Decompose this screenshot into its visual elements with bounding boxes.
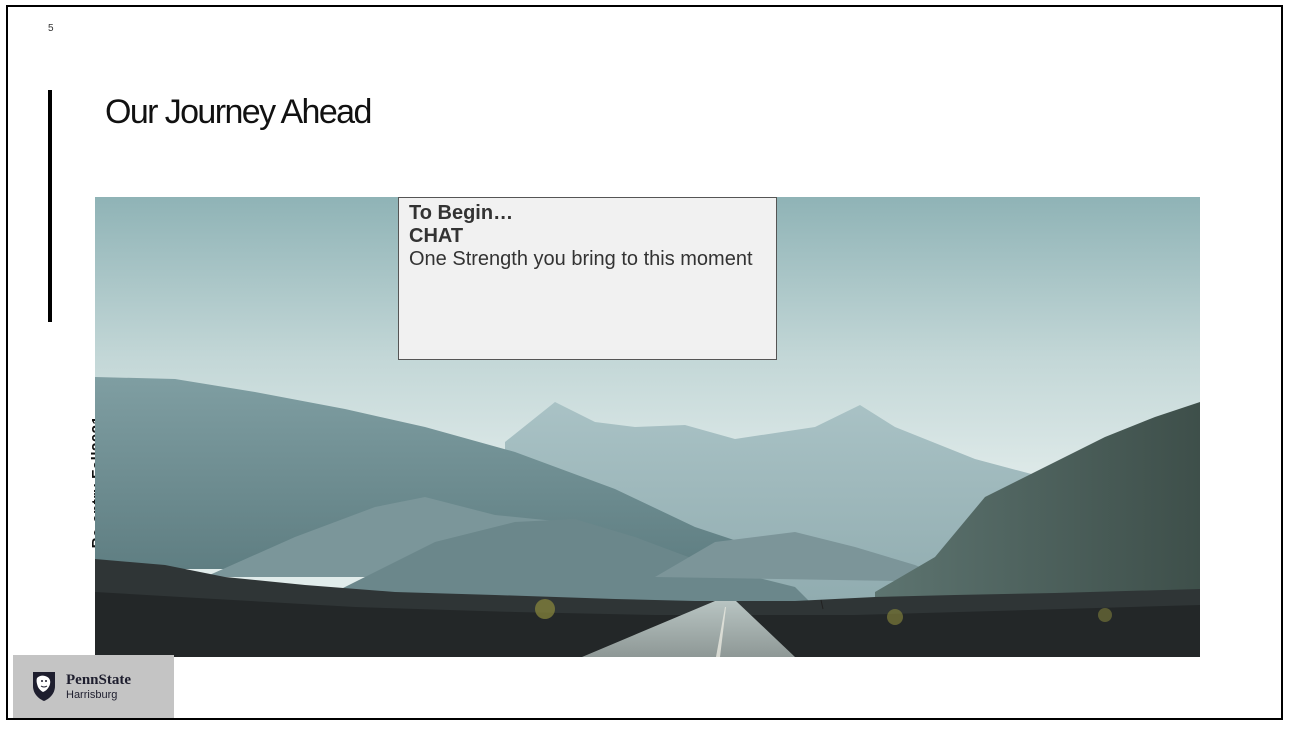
slide-number: 5 [48, 23, 54, 34]
logo-brand-text: PennState [66, 672, 131, 688]
callout-chat-label: CHAT [409, 225, 464, 247]
chat-prompt-box: To Begin… CHAT One Strength you bring to… [398, 197, 777, 360]
shrub [1098, 608, 1112, 622]
shrub [887, 609, 903, 625]
slide: 5 Our Journey Ahead Re-entry Fall2021 [6, 5, 1283, 720]
shrub [535, 599, 555, 619]
callout-heading: To Begin… [409, 202, 514, 224]
slide-title: Our Journey Ahead [105, 93, 372, 131]
logo-campus-text: Harrisburg [66, 689, 118, 701]
pennstate-logo: PennState Harrisburg [13, 655, 174, 718]
accent-bar [48, 90, 52, 322]
callout-body: One Strength you bring to this moment [409, 248, 753, 270]
nittany-lion-shield-icon [33, 672, 55, 701]
